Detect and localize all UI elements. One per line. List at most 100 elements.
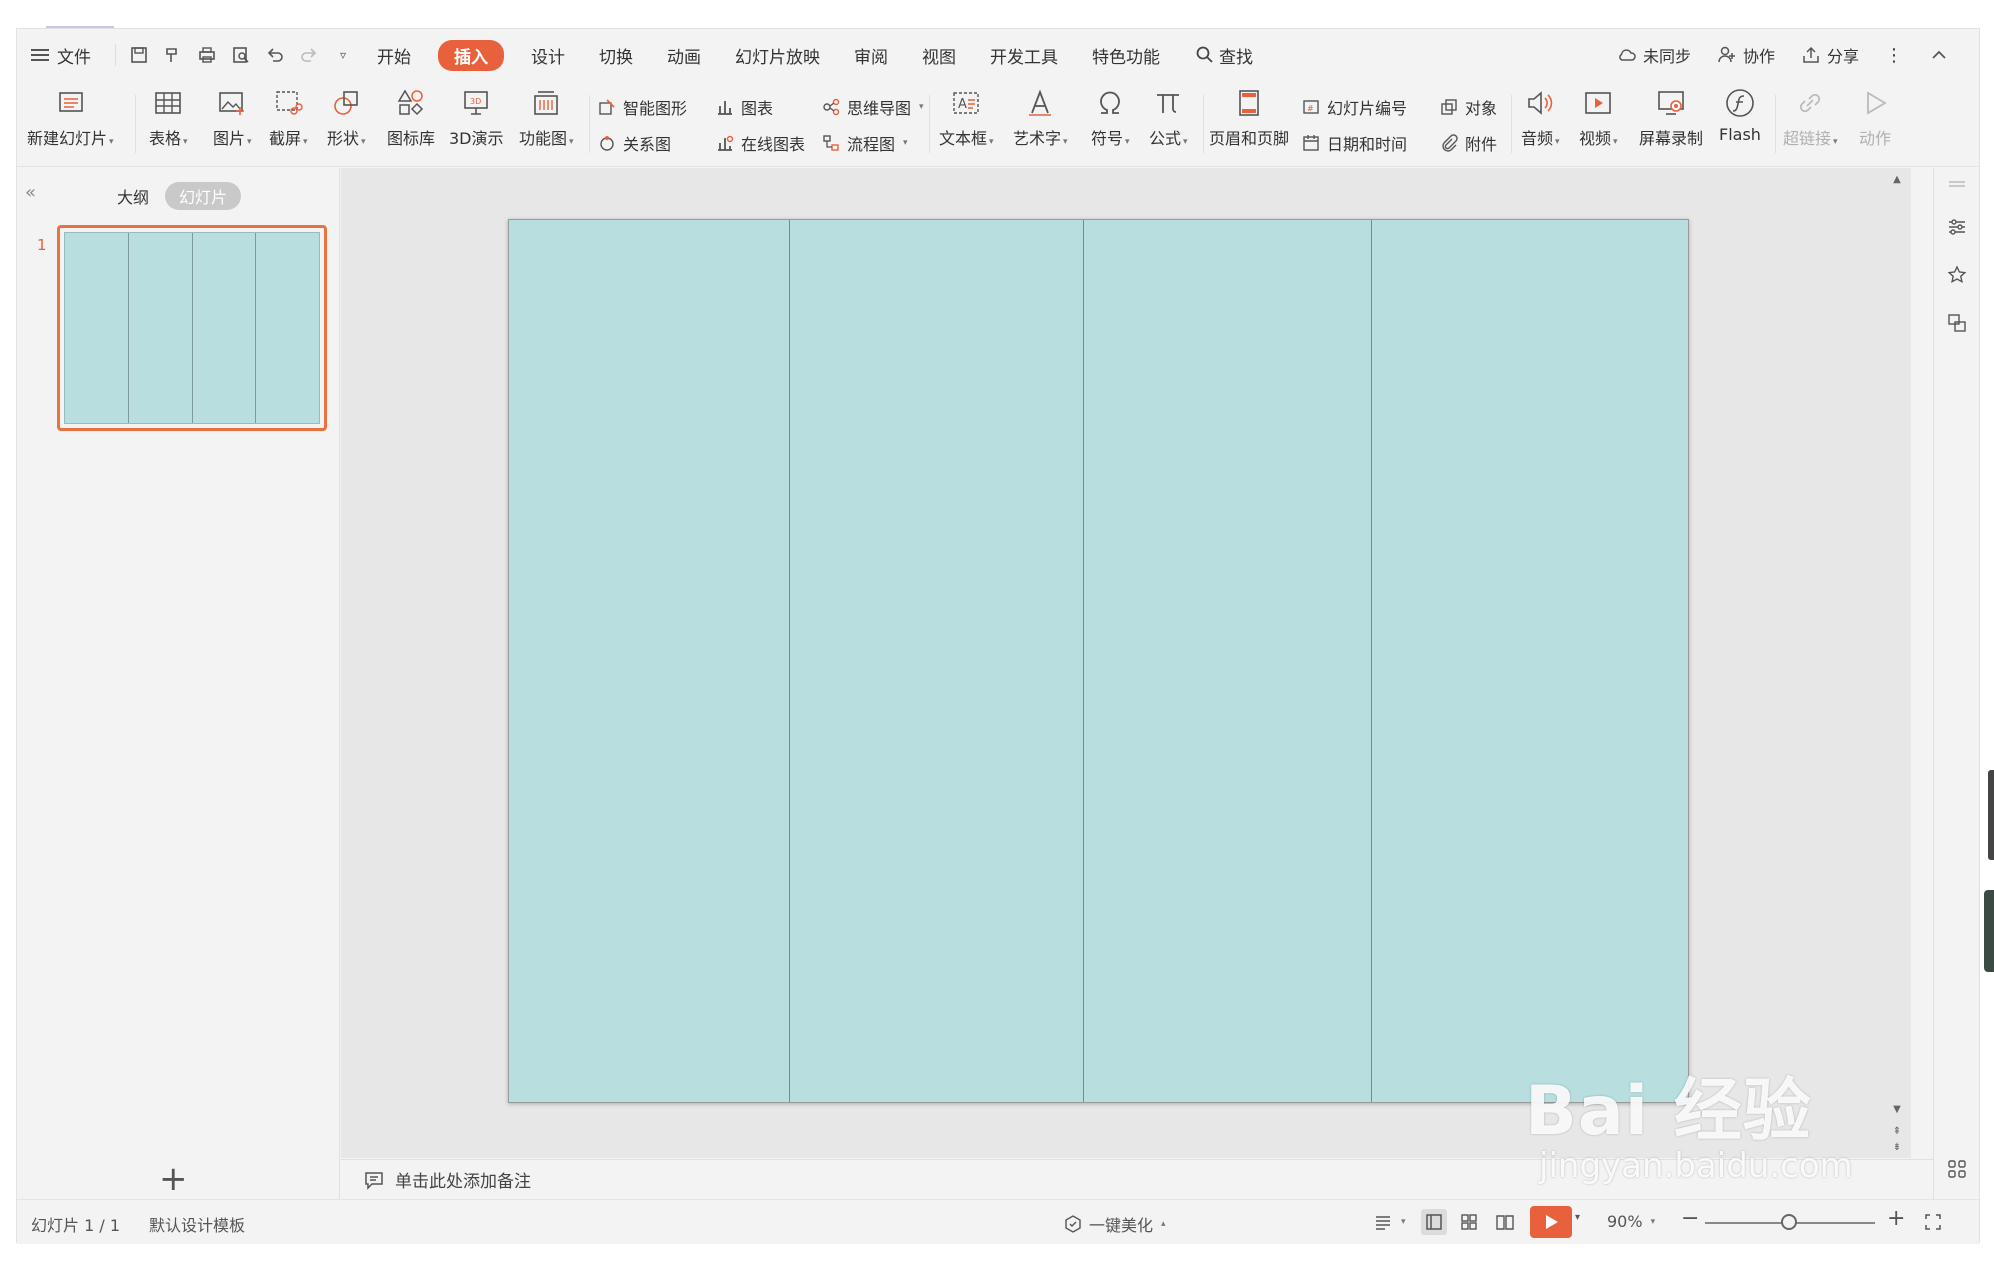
hyperlink-button[interactable]: 超链接 ▾ bbox=[1783, 81, 1838, 149]
slide-thumbnail[interactable] bbox=[57, 225, 327, 431]
tab-developer[interactable]: 开发工具 bbox=[990, 43, 1058, 68]
paperclip-icon bbox=[1442, 134, 1458, 152]
screenshot-button[interactable]: 截屏 ▾ bbox=[269, 81, 308, 149]
tab-design[interactable]: 设计 bbox=[531, 43, 565, 68]
tab-transition[interactable]: 切换 bbox=[599, 43, 633, 68]
grid-view-icon[interactable] bbox=[1946, 1158, 1968, 1180]
slide-column-1[interactable] bbox=[509, 220, 790, 1102]
format-painter-icon[interactable] bbox=[162, 44, 184, 66]
smart-graphic-button[interactable]: 智能图形 bbox=[597, 95, 687, 119]
vertical-scrollbar[interactable]: ▲ ▼ ⇞ ⇟ bbox=[1891, 174, 1903, 1154]
slide-canvas: ▲ ▼ ⇞ ⇟ bbox=[341, 168, 1911, 1158]
tab-slides[interactable]: 幻灯片 bbox=[165, 182, 242, 210]
symbol-label: 符号 bbox=[1091, 129, 1124, 148]
print-preview-icon[interactable] bbox=[230, 44, 252, 66]
wordart-button[interactable]: 艺术字 ▾ bbox=[1013, 81, 1068, 149]
sidebar-handle-icon[interactable] bbox=[1946, 174, 1968, 196]
normal-view-icon[interactable] bbox=[1421, 1209, 1447, 1235]
notes-area[interactable]: 单击此处添加备注 bbox=[341, 1159, 1935, 1199]
collab-label: 协作 bbox=[1742, 47, 1775, 66]
status-bar: 幻灯片 1 / 1 默认设计模板 一键美化 ▴ ▾ ▾ 90% ▾ − + bbox=[17, 1199, 1979, 1244]
design-template-label[interactable]: 默认设计模板 bbox=[149, 1212, 245, 1236]
action-button[interactable]: 动作 bbox=[1857, 81, 1893, 149]
table-button[interactable]: 表格 ▾ bbox=[149, 81, 188, 149]
mindmap-button[interactable]: 思维导图 ▾ bbox=[821, 95, 924, 119]
search-icon bbox=[1196, 46, 1213, 63]
tab-outline[interactable]: 大纲 bbox=[117, 184, 149, 208]
reading-view-icon[interactable] bbox=[1495, 1212, 1515, 1232]
tab-animation[interactable]: 动画 bbox=[667, 43, 701, 68]
animation-star-icon[interactable] bbox=[1946, 264, 1968, 286]
print-icon[interactable] bbox=[196, 44, 218, 66]
function-chart-button[interactable]: 功能图 ▾ bbox=[519, 81, 574, 149]
tab-view[interactable]: 视图 bbox=[922, 43, 956, 68]
zoom-in-icon[interactable]: + bbox=[1887, 1206, 1905, 1231]
screen-record-button[interactable]: 屏幕录制 bbox=[1639, 81, 1703, 149]
shape-button[interactable]: 形状 ▾ bbox=[327, 81, 366, 149]
online-chart-icon bbox=[718, 135, 734, 151]
notes-toggle-icon[interactable]: ▾ bbox=[1373, 1212, 1406, 1232]
datetime-button[interactable]: 日期和时间 bbox=[1301, 131, 1407, 155]
chart-button[interactable]: 图表 bbox=[715, 95, 773, 119]
zoom-level[interactable]: 90% ▾ bbox=[1607, 1212, 1655, 1231]
demo3d-button[interactable]: 3D 3D演示 bbox=[449, 81, 504, 149]
video-button[interactable]: 视频 ▾ bbox=[1579, 81, 1618, 149]
picture-button[interactable]: 图片 ▾ bbox=[213, 81, 252, 149]
tab-slideshow[interactable]: 幻灯片放映 bbox=[735, 43, 820, 68]
file-menu[interactable]: 文件 bbox=[31, 43, 91, 68]
fit-window-icon[interactable] bbox=[1923, 1212, 1943, 1232]
tab-insert[interactable]: 插入 bbox=[438, 39, 504, 71]
symbol-button[interactable]: 符号 ▾ bbox=[1091, 81, 1130, 149]
right-sidebar bbox=[1933, 168, 1979, 1199]
share-button[interactable]: 分享 bbox=[1801, 43, 1859, 67]
zoom-out-icon[interactable]: − bbox=[1681, 1206, 1699, 1231]
slide-sorter-icon[interactable] bbox=[1459, 1212, 1479, 1232]
online-chart-label: 在线图表 bbox=[741, 135, 806, 154]
collab-button[interactable]: 协作 bbox=[1717, 43, 1775, 67]
redo-icon[interactable] bbox=[298, 44, 320, 66]
flash-button[interactable]: Flash bbox=[1719, 81, 1761, 144]
beautify-button[interactable]: 一键美化 ▴ bbox=[1063, 1212, 1166, 1236]
audio-button[interactable]: 音频 ▾ bbox=[1521, 81, 1560, 149]
save-icon[interactable] bbox=[128, 44, 150, 66]
attachment-button[interactable]: 附件 bbox=[1439, 131, 1497, 155]
new-slide-button[interactable]: 新建幻灯片 ▾ bbox=[27, 81, 114, 149]
slide-column-2[interactable] bbox=[790, 220, 1084, 1102]
shape-label: 形状 bbox=[327, 129, 360, 148]
current-slide[interactable] bbox=[508, 219, 1689, 1103]
object-button[interactable]: 对象 bbox=[1439, 95, 1497, 119]
wordart-icon bbox=[1022, 85, 1058, 121]
transition-icon[interactable] bbox=[1946, 312, 1968, 334]
tab-special[interactable]: 特色功能 bbox=[1092, 43, 1160, 68]
relation-chart-button[interactable]: 关系图 bbox=[597, 131, 671, 155]
undo-icon[interactable] bbox=[264, 44, 286, 66]
icon-library-button[interactable]: 图标库 bbox=[387, 81, 435, 149]
collapse-panel-icon[interactable]: « bbox=[25, 182, 36, 203]
slideshow-options-icon[interactable]: ▾ bbox=[1575, 1212, 1580, 1223]
screenshot-label: 截屏 bbox=[269, 129, 302, 148]
formula-button[interactable]: 公式 ▾ bbox=[1149, 81, 1188, 149]
online-chart-button[interactable]: 在线图表 bbox=[715, 131, 805, 155]
add-slide-icon[interactable]: + bbox=[159, 1162, 188, 1196]
slide-column-3[interactable] bbox=[1084, 220, 1372, 1102]
header-footer-button[interactable]: 页眉和页脚 bbox=[1209, 81, 1289, 149]
audio-label: 音频 bbox=[1521, 129, 1554, 148]
play-slideshow-button[interactable] bbox=[1530, 1206, 1572, 1238]
tab-home[interactable]: 开始 bbox=[377, 43, 411, 68]
scroll-edge-handle[interactable] bbox=[1988, 770, 1994, 860]
collapse-ribbon-icon[interactable] bbox=[1929, 45, 1949, 65]
property-settings-icon[interactable] bbox=[1946, 216, 1968, 238]
ribbon-insert: 新建幻灯片▾ 表格▾ 图片▾ 截屏▾ 形状▾ 图标库 3D 3D演示 bbox=[17, 81, 1979, 167]
tab-review[interactable]: 审阅 bbox=[854, 43, 888, 68]
slide-number-button[interactable]: # 幻灯片编号 bbox=[1301, 95, 1407, 119]
textbox-button[interactable]: A 文本框 ▾ bbox=[939, 81, 994, 149]
search-box[interactable]: 查找 bbox=[1195, 43, 1253, 68]
slide-column-4[interactable] bbox=[1372, 220, 1688, 1102]
hyperlink-label: 超链接 bbox=[1783, 129, 1832, 148]
more-icon[interactable]: ⋮ bbox=[1885, 45, 1903, 66]
customize-toolbar-icon[interactable]: ▿ bbox=[332, 44, 354, 66]
side-widget-handle[interactable] bbox=[1984, 890, 1994, 972]
sync-button[interactable]: 未同步 bbox=[1617, 43, 1691, 67]
flowchart-button[interactable]: 流程图 ▾ bbox=[821, 131, 908, 155]
zoom-slider-knob[interactable] bbox=[1781, 1214, 1797, 1230]
